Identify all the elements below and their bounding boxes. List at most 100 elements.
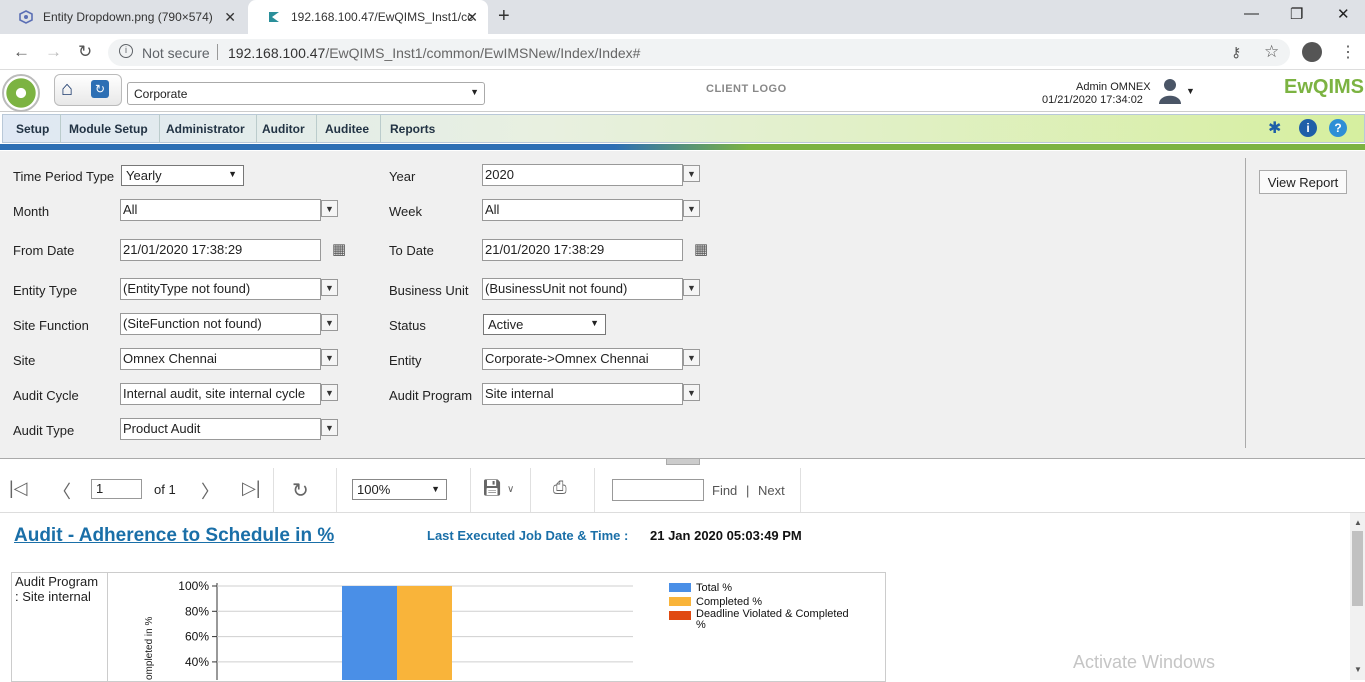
audit-type-dropdown-button[interactable]: ▼ — [321, 419, 338, 436]
site-function-input[interactable]: (SiteFunction not found) — [120, 313, 321, 335]
menu-reports[interactable]: Reports — [379, 114, 446, 143]
restore-icon[interactable]: ❐ — [1290, 5, 1303, 23]
month-dropdown-button[interactable]: ▼ — [321, 200, 338, 217]
first-page-icon[interactable]: |◁ — [9, 478, 28, 499]
find-link[interactable]: Find — [712, 483, 737, 498]
calendar-icon[interactable]: ▦ — [694, 240, 708, 258]
info-icon[interactable]: i — [1299, 119, 1317, 137]
year-input[interactable]: 2020 — [482, 164, 683, 186]
user-menu-chevron-icon[interactable]: ▼ — [1186, 86, 1195, 96]
pin-icon[interactable]: ✱ — [1268, 118, 1281, 138]
business-unit-input[interactable]: (BusinessUnit not found) — [482, 278, 683, 300]
business-unit-dropdown-button[interactable]: ▼ — [683, 279, 700, 296]
entity-type-input[interactable]: (EntityType not found) — [120, 278, 321, 300]
last-page-icon[interactable]: ▷| — [242, 478, 261, 499]
key-icon[interactable]: ⚷ — [1231, 44, 1241, 61]
status-select[interactable]: Active ▼ — [483, 314, 606, 335]
last-executed-value: 21 Jan 2020 05:03:49 PM — [650, 528, 802, 543]
week-dropdown-button[interactable]: ▼ — [683, 200, 700, 217]
report-scrollbar[interactable]: ▲ ▼ — [1350, 513, 1365, 680]
menu-setup[interactable]: Setup — [5, 114, 62, 143]
divider — [594, 468, 595, 512]
page-number-input[interactable]: 1 — [91, 479, 142, 499]
reload-icon[interactable]: ↻ — [78, 42, 92, 62]
client-logo: CLIENT LOGO — [706, 83, 787, 95]
user-name: Admin OMNEX — [1076, 81, 1151, 93]
y-tick-label: 60% — [185, 630, 209, 644]
audit-program-input[interactable]: Site internal — [482, 383, 683, 405]
from-date-input[interactable]: 21/01/2020 17:38:29 — [120, 239, 321, 261]
help-icon[interactable]: ? — [1329, 119, 1347, 137]
find-input[interactable] — [612, 479, 704, 501]
new-tab-icon[interactable]: + — [498, 5, 510, 28]
omnex-logo — [2, 74, 40, 112]
browser-tab-title: Entity Dropdown.png (790×574) — [43, 10, 213, 24]
menu-auditee[interactable]: Auditee — [314, 114, 382, 143]
refresh-report-icon[interactable]: ↻ — [292, 478, 309, 503]
info-icon[interactable]: i — [119, 44, 133, 58]
year-label: Year — [389, 169, 416, 184]
scroll-thumb[interactable] — [1352, 531, 1363, 606]
year-dropdown-button[interactable]: ▼ — [683, 165, 700, 182]
close-window-icon[interactable]: ✕ — [1337, 5, 1350, 23]
close-tab-icon[interactable]: ✕ — [224, 9, 236, 26]
audit-cycle-dropdown-button[interactable]: ▼ — [321, 384, 338, 401]
minimize-icon[interactable]: — — [1244, 5, 1259, 22]
calendar-icon[interactable]: ▦ — [332, 240, 346, 258]
month-input[interactable]: All — [120, 199, 321, 221]
audit-cycle-label: Audit Cycle — [13, 388, 79, 403]
divider — [336, 468, 337, 512]
bar-1 — [397, 586, 452, 680]
url-text[interactable]: 192.168.100.47/EwQIMS_Inst1/common/EwIMS… — [228, 45, 640, 61]
menu-administrator[interactable]: Administrator — [155, 114, 257, 143]
site-function-dropdown-button[interactable]: ▼ — [321, 314, 338, 331]
entity-input[interactable]: Corporate->Omnex Chennai — [482, 348, 683, 370]
refresh-icon[interactable]: ↻ — [91, 80, 109, 98]
menu-dots-icon[interactable]: ⋮ — [1340, 42, 1356, 62]
audit-type-label: Audit Type — [13, 423, 75, 438]
previous-page-icon[interactable]: 〈 — [53, 478, 71, 504]
panel-collapse-handle[interactable] — [666, 458, 700, 465]
view-report-button[interactable]: View Report — [1259, 170, 1347, 194]
to-date-input[interactable]: 21/01/2020 17:38:29 — [482, 239, 683, 261]
time-period-type-select[interactable]: Yearly ▼ — [121, 165, 244, 186]
site-function-label: Site Function — [13, 318, 89, 333]
menu-module-setup[interactable]: Module Setup — [58, 114, 160, 143]
scroll-up-icon[interactable]: ▲ — [1354, 518, 1362, 527]
profile-icon[interactable] — [1302, 42, 1322, 62]
star-icon[interactable]: ☆ — [1264, 42, 1279, 62]
print-icon[interactable]: ⎙ — [553, 478, 567, 498]
avatar[interactable] — [1156, 76, 1184, 104]
audit-program-dropdown-button[interactable]: ▼ — [683, 384, 700, 401]
save-export-icon[interactable]: 💾︎ — [482, 478, 502, 498]
entity-dropdown-button[interactable]: ▼ — [683, 349, 700, 366]
entity-type-dropdown-button[interactable]: ▼ — [321, 279, 338, 296]
home-icon[interactable]: ⌂ — [61, 78, 73, 101]
forward-icon[interactable]: → — [45, 42, 62, 62]
y-tick-label: 80% — [185, 604, 209, 618]
find-next-link[interactable]: Next — [758, 483, 785, 498]
corporate-select-value: Corporate — [134, 87, 188, 101]
audit-type-input[interactable]: Product Audit — [120, 418, 321, 440]
menu-auditor[interactable]: Auditor — [251, 114, 317, 143]
zoom-select[interactable]: 100% ▼ — [352, 479, 447, 500]
browser-tab-1[interactable]: Entity Dropdown.png (790×574) ✕ — [0, 0, 246, 34]
chevron-down-icon[interactable]: ∨ — [507, 484, 514, 495]
brand-logo: EwQIMS — [1284, 76, 1365, 98]
browser-tab-2[interactable]: 192.168.100.47/EwQIMS_Inst1/cc ✕ — [248, 0, 488, 34]
week-input[interactable]: All — [482, 199, 683, 221]
close-tab-icon[interactable]: ✕ — [466, 9, 478, 26]
site-dropdown-button[interactable]: ▼ — [321, 349, 338, 366]
scroll-down-icon[interactable]: ▼ — [1354, 665, 1362, 674]
report-title[interactable]: Audit - Adherence to Schedule in % — [14, 525, 334, 547]
site-label: Site — [13, 353, 36, 368]
back-icon[interactable]: ← — [13, 42, 30, 62]
site-input[interactable]: Omnex Chennai — [120, 348, 321, 370]
next-page-icon[interactable]: 〉 — [201, 478, 219, 504]
audit-cycle-input[interactable]: Internal audit, site internal cycle — [120, 383, 321, 405]
legend-swatch — [669, 583, 691, 592]
browser-tab-title: 192.168.100.47/EwQIMS_Inst1/cc — [291, 10, 474, 24]
business-unit-label: Business Unit — [389, 283, 469, 298]
corporate-select[interactable]: Corporate ▼ — [127, 82, 485, 105]
time-period-type-value: Yearly — [126, 168, 162, 183]
